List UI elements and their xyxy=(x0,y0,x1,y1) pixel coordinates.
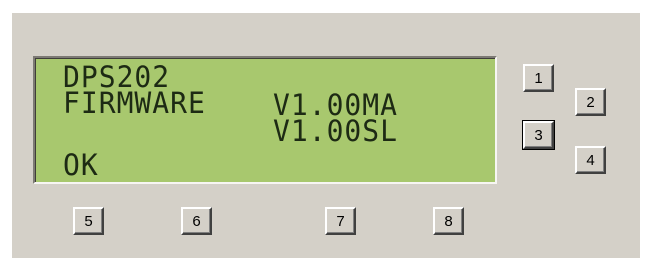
button-3[interactable]: 3 xyxy=(522,120,555,150)
button-6[interactable]: 6 xyxy=(181,207,212,235)
button-8[interactable]: 8 xyxy=(433,207,464,235)
button-1[interactable]: 1 xyxy=(523,64,554,92)
button-5[interactable]: 5 xyxy=(73,207,104,235)
button-7[interactable]: 7 xyxy=(325,207,356,235)
button-4[interactable]: 4 xyxy=(575,146,606,174)
lcd-line-status: OK xyxy=(63,147,99,183)
lcd-line-version-slave: V1.00SL xyxy=(273,113,399,149)
lcd-line-label: FIRMWARE xyxy=(63,85,206,121)
button-2[interactable]: 2 xyxy=(575,88,606,116)
lcd-display: DPS202 FIRMWARE V1.00MA V1.00SL OK xyxy=(33,56,497,184)
